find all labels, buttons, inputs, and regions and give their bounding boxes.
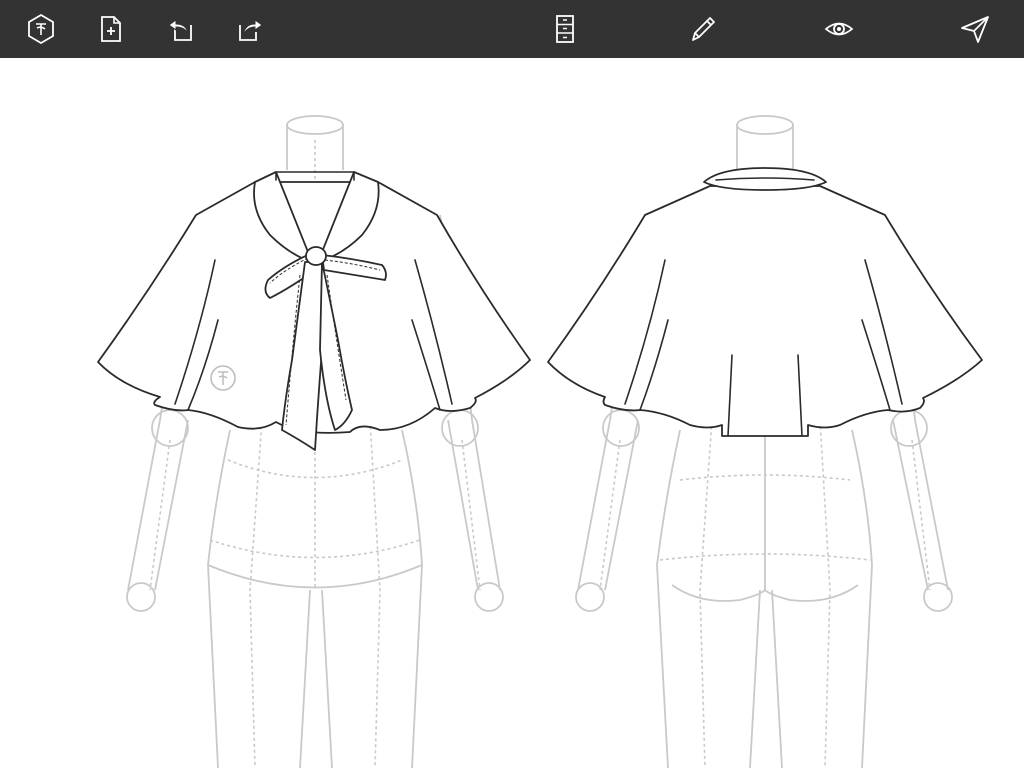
send-icon	[961, 16, 989, 43]
new-document-button[interactable]	[91, 9, 131, 49]
redo-button[interactable]	[230, 9, 270, 49]
hexagon-logo-icon	[28, 13, 54, 45]
logo-button[interactable]	[21, 9, 61, 49]
undo-button[interactable]	[161, 9, 201, 49]
fashion-flat-drawing	[97, 115, 983, 768]
eye-icon	[824, 22, 854, 36]
edit-button[interactable]	[683, 9, 723, 49]
drawers-icon	[556, 15, 574, 43]
back-garment	[547, 167, 983, 437]
front-garment	[97, 171, 531, 451]
share-button[interactable]	[955, 9, 995, 49]
top-toolbar	[0, 0, 1024, 58]
pencil-icon	[692, 17, 715, 41]
preview-button[interactable]	[819, 9, 859, 49]
redo-icon	[239, 19, 263, 41]
library-button[interactable]	[545, 9, 585, 49]
drawing-canvas[interactable]	[0, 58, 1024, 768]
undo-icon	[168, 19, 192, 41]
new-document-icon	[101, 16, 121, 42]
